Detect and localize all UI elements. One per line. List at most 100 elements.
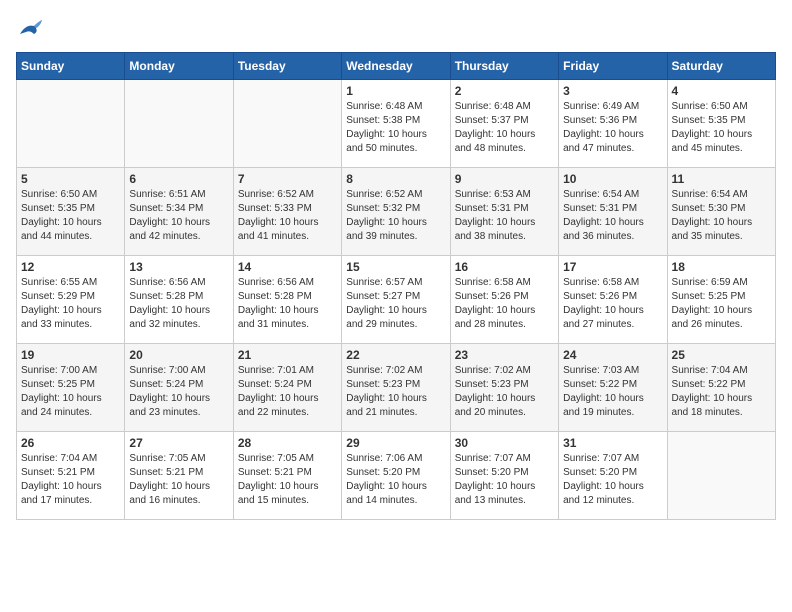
day-number: 13 <box>129 260 228 274</box>
day-info: Sunrise: 6:50 AM Sunset: 5:35 PM Dayligh… <box>672 100 771 156</box>
calendar-week-1: 1 Sunrise: 6:48 AM Sunset: 5:38 PM Daylig… <box>17 80 776 168</box>
day-number: 29 <box>346 436 445 450</box>
header-wednesday: Wednesday <box>342 53 450 80</box>
day-info: Sunrise: 7:07 AM Sunset: 5:20 PM Dayligh… <box>563 452 662 508</box>
day-number: 17 <box>563 260 662 274</box>
day-number: 19 <box>21 348 120 362</box>
calendar-cell: 25Sunrise: 7:04 AM Sunset: 5:22 PM Dayli… <box>667 344 775 432</box>
day-info: Sunrise: 6:48 AM Sunset: 5:38 PM Dayligh… <box>346 100 445 156</box>
day-number: 10 <box>563 172 662 186</box>
calendar-cell <box>17 80 125 168</box>
day-info: Sunrise: 6:51 AM Sunset: 5:34 PM Dayligh… <box>129 188 228 244</box>
day-info: Sunrise: 7:06 AM Sunset: 5:20 PM Dayligh… <box>346 452 445 508</box>
header-monday: Monday <box>125 53 233 80</box>
day-number: 20 <box>129 348 228 362</box>
calendar-cell: 28Sunrise: 7:05 AM Sunset: 5:21 PM Dayli… <box>233 432 341 520</box>
header-tuesday: Tuesday <box>233 53 341 80</box>
day-info: Sunrise: 6:58 AM Sunset: 5:26 PM Dayligh… <box>563 276 662 332</box>
day-info: Sunrise: 6:55 AM Sunset: 5:29 PM Dayligh… <box>21 276 120 332</box>
day-info: Sunrise: 6:59 AM Sunset: 5:25 PM Dayligh… <box>672 276 771 332</box>
day-info: Sunrise: 6:50 AM Sunset: 5:35 PM Dayligh… <box>21 188 120 244</box>
page-header <box>16 16 776 40</box>
calendar-cell <box>125 80 233 168</box>
calendar-body: 1 Sunrise: 6:48 AM Sunset: 5:38 PM Daylig… <box>17 80 776 520</box>
day-info: Sunrise: 6:52 AM Sunset: 5:32 PM Dayligh… <box>346 188 445 244</box>
header-row: Sunday Monday Tuesday Wednesday Thursday… <box>17 53 776 80</box>
calendar-cell: 11Sunrise: 6:54 AM Sunset: 5:30 PM Dayli… <box>667 168 775 256</box>
day-info: Sunrise: 7:04 AM Sunset: 5:21 PM Dayligh… <box>21 452 120 508</box>
day-number: 23 <box>455 348 554 362</box>
calendar-cell: 14 Sunrise: 6:56 AM Sunset: 5:28 PM Dayli… <box>233 256 341 344</box>
day-info: Sunrise: 6:56 AM Sunset: 5:28 PM Dayligh… <box>238 276 337 332</box>
day-info: Sunrise: 7:02 AM Sunset: 5:23 PM Dayligh… <box>346 364 445 420</box>
day-info: Sunrise: 6:54 AM Sunset: 5:30 PM Dayligh… <box>672 188 771 244</box>
calendar-cell: 5 Sunrise: 6:50 AM Sunset: 5:35 PM Daylig… <box>17 168 125 256</box>
logo-bird-icon <box>16 16 44 40</box>
day-info: Sunrise: 6:56 AM Sunset: 5:28 PM Dayligh… <box>129 276 228 332</box>
day-number: 5 <box>21 172 120 186</box>
day-info: Sunrise: 7:03 AM Sunset: 5:22 PM Dayligh… <box>563 364 662 420</box>
day-number: 4 <box>672 84 771 98</box>
calendar-week-5: 26 Sunrise: 7:04 AM Sunset: 5:21 PM Dayli… <box>17 432 776 520</box>
day-info: Sunrise: 7:02 AM Sunset: 5:23 PM Dayligh… <box>455 364 554 420</box>
calendar-cell: 22Sunrise: 7:02 AM Sunset: 5:23 PM Dayli… <box>342 344 450 432</box>
day-number: 21 <box>238 348 337 362</box>
day-info: Sunrise: 6:58 AM Sunset: 5:26 PM Dayligh… <box>455 276 554 332</box>
day-info: Sunrise: 7:01 AM Sunset: 5:24 PM Dayligh… <box>238 364 337 420</box>
day-number: 2 <box>455 84 554 98</box>
calendar-cell: 31 Sunrise: 7:07 AM Sunset: 5:20 PM Dayli… <box>559 432 667 520</box>
day-number: 1 <box>346 84 445 98</box>
day-number: 3 <box>563 84 662 98</box>
calendar-cell: 13 Sunrise: 6:56 AM Sunset: 5:28 PM Dayli… <box>125 256 233 344</box>
day-info: Sunrise: 7:05 AM Sunset: 5:21 PM Dayligh… <box>129 452 228 508</box>
day-info: Sunrise: 7:00 AM Sunset: 5:25 PM Dayligh… <box>21 364 120 420</box>
calendar-cell: 8Sunrise: 6:52 AM Sunset: 5:32 PM Daylig… <box>342 168 450 256</box>
calendar-cell <box>233 80 341 168</box>
calendar-header: Sunday Monday Tuesday Wednesday Thursday… <box>17 53 776 80</box>
day-number: 30 <box>455 436 554 450</box>
calendar-cell: 9Sunrise: 6:53 AM Sunset: 5:31 PM Daylig… <box>450 168 558 256</box>
calendar-cell <box>667 432 775 520</box>
calendar-cell: 21 Sunrise: 7:01 AM Sunset: 5:24 PM Dayli… <box>233 344 341 432</box>
day-number: 7 <box>238 172 337 186</box>
day-number: 9 <box>455 172 554 186</box>
calendar-cell: 24 Sunrise: 7:03 AM Sunset: 5:22 PM Dayli… <box>559 344 667 432</box>
day-info: Sunrise: 6:52 AM Sunset: 5:33 PM Dayligh… <box>238 188 337 244</box>
day-number: 31 <box>563 436 662 450</box>
day-number: 26 <box>21 436 120 450</box>
header-sunday: Sunday <box>17 53 125 80</box>
calendar-week-4: 19 Sunrise: 7:00 AM Sunset: 5:25 PM Dayli… <box>17 344 776 432</box>
calendar-cell: 16Sunrise: 6:58 AM Sunset: 5:26 PM Dayli… <box>450 256 558 344</box>
calendar-cell: 4 Sunrise: 6:50 AM Sunset: 5:35 PM Daylig… <box>667 80 775 168</box>
day-number: 15 <box>346 260 445 274</box>
calendar-cell: 18 Sunrise: 6:59 AM Sunset: 5:25 PM Dayli… <box>667 256 775 344</box>
day-info: Sunrise: 6:57 AM Sunset: 5:27 PM Dayligh… <box>346 276 445 332</box>
calendar-cell: 23 Sunrise: 7:02 AM Sunset: 5:23 PM Dayli… <box>450 344 558 432</box>
day-number: 28 <box>238 436 337 450</box>
day-number: 6 <box>129 172 228 186</box>
header-thursday: Thursday <box>450 53 558 80</box>
day-number: 14 <box>238 260 337 274</box>
calendar-cell: 3 Sunrise: 6:49 AM Sunset: 5:36 PM Daylig… <box>559 80 667 168</box>
day-number: 25 <box>672 348 771 362</box>
day-info: Sunrise: 6:49 AM Sunset: 5:36 PM Dayligh… <box>563 100 662 156</box>
calendar-week-3: 12Sunrise: 6:55 AM Sunset: 5:29 PM Dayli… <box>17 256 776 344</box>
calendar-cell: 2 Sunrise: 6:48 AM Sunset: 5:37 PM Daylig… <box>450 80 558 168</box>
calendar-cell: 27 Sunrise: 7:05 AM Sunset: 5:21 PM Dayli… <box>125 432 233 520</box>
header-saturday: Saturday <box>667 53 775 80</box>
day-info: Sunrise: 6:54 AM Sunset: 5:31 PM Dayligh… <box>563 188 662 244</box>
calendar-cell: 17 Sunrise: 6:58 AM Sunset: 5:26 PM Dayli… <box>559 256 667 344</box>
calendar-cell: 30Sunrise: 7:07 AM Sunset: 5:20 PM Dayli… <box>450 432 558 520</box>
calendar-cell: 19 Sunrise: 7:00 AM Sunset: 5:25 PM Dayli… <box>17 344 125 432</box>
day-info: Sunrise: 6:48 AM Sunset: 5:37 PM Dayligh… <box>455 100 554 156</box>
day-number: 27 <box>129 436 228 450</box>
calendar-cell: 1 Sunrise: 6:48 AM Sunset: 5:38 PM Daylig… <box>342 80 450 168</box>
calendar-cell: 7 Sunrise: 6:52 AM Sunset: 5:33 PM Daylig… <box>233 168 341 256</box>
day-number: 24 <box>563 348 662 362</box>
calendar-table: Sunday Monday Tuesday Wednesday Thursday… <box>16 52 776 520</box>
calendar-cell: 6 Sunrise: 6:51 AM Sunset: 5:34 PM Daylig… <box>125 168 233 256</box>
logo <box>16 16 48 40</box>
calendar-cell: 29 Sunrise: 7:06 AM Sunset: 5:20 PM Dayli… <box>342 432 450 520</box>
day-number: 18 <box>672 260 771 274</box>
header-friday: Friday <box>559 53 667 80</box>
